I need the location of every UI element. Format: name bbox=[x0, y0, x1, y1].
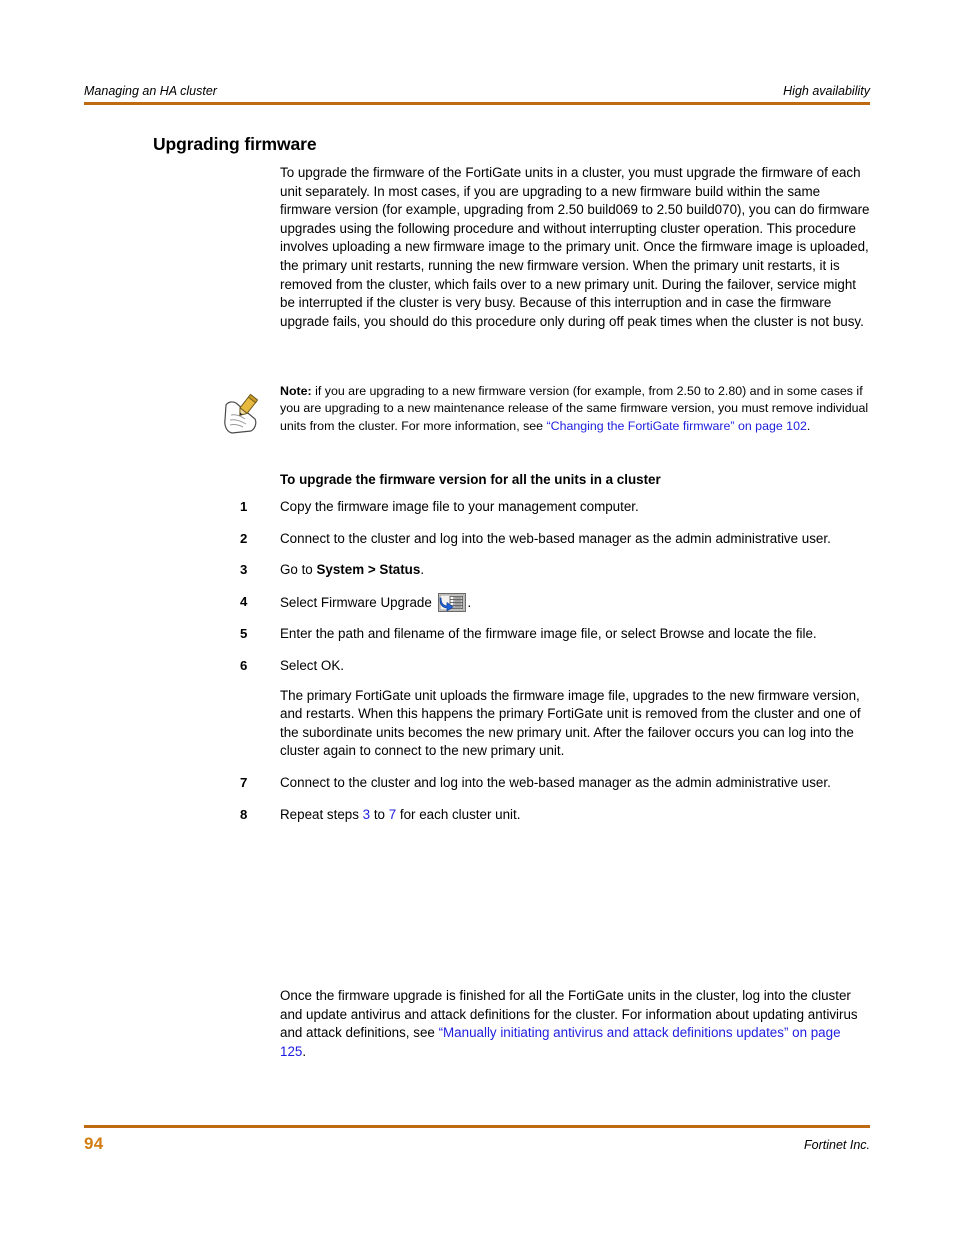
step-text-before-icon: Select Firmware Upgrade bbox=[280, 594, 436, 610]
page-number: 94 bbox=[84, 1134, 104, 1153]
step-text: Go to System > Status. bbox=[280, 561, 870, 580]
intro-paragraph: To upgrade the firmware of the FortiGate… bbox=[280, 165, 870, 329]
intro-block: To upgrade the firmware of the FortiGate… bbox=[280, 164, 870, 345]
step-text-part1: Repeat steps bbox=[280, 806, 363, 822]
step-cross-reference-link-3[interactable]: 3 bbox=[363, 807, 370, 822]
note-cross-reference-link[interactable]: “Changing the FortiGate firmware” on pag… bbox=[547, 419, 807, 433]
note-label: Note: bbox=[280, 384, 312, 398]
step-number: 5 bbox=[240, 626, 248, 642]
step-number: 7 bbox=[240, 774, 248, 790]
step-text-before-bold: Go to bbox=[280, 562, 317, 578]
step-text: Enter the path and filename of the firmw… bbox=[280, 626, 817, 642]
document-page: Managing an HA cluster High availability… bbox=[0, 0, 954, 1235]
step-text-after-icon: . bbox=[467, 594, 472, 610]
step-text-part2: to bbox=[370, 806, 389, 822]
step-text: Repeat steps 3 to 7 for each cluster uni… bbox=[280, 806, 870, 825]
page-footer: 94 Fortinet Inc. bbox=[84, 1134, 870, 1154]
procedure-heading: To upgrade the firmware version for all … bbox=[280, 472, 661, 487]
note-text: Note: if you are upgrading to a new firm… bbox=[280, 383, 872, 435]
running-header: Managing an HA cluster High availability bbox=[84, 84, 870, 98]
note-pencil-icon bbox=[222, 393, 262, 439]
running-header-right: High availability bbox=[783, 84, 870, 98]
closing-paragraph: Once the firmware upgrade is finished fo… bbox=[280, 987, 870, 1061]
step-number: 1 bbox=[240, 499, 248, 514]
step-text: Select Firmware Upgrade . bbox=[280, 592, 870, 613]
footer-rule bbox=[84, 1125, 870, 1128]
step-text-after-bold: . bbox=[420, 562, 425, 578]
step-text-part3: for each cluster unit. bbox=[396, 806, 521, 822]
header-rule bbox=[84, 102, 870, 105]
step-text: Select OK. bbox=[280, 657, 345, 673]
list-item: 4 Select Firmware Upgrade . bbox=[0, 592, 870, 613]
step-number: 2 bbox=[240, 530, 248, 546]
firmware-upgrade-icon bbox=[437, 592, 466, 612]
step-number: 4 bbox=[240, 593, 248, 609]
closing-text-after-link: . bbox=[302, 1043, 307, 1059]
step-number: 6 bbox=[240, 657, 248, 673]
step-text: Connect to the cluster and log into the … bbox=[280, 774, 831, 790]
step-number: 8 bbox=[240, 806, 248, 822]
menu-path-label: System > Status bbox=[316, 562, 421, 578]
page-title: Upgrading firmware bbox=[153, 134, 317, 154]
note-text-after-link: . bbox=[806, 418, 811, 433]
list-item: 2 Connect to the cluster and log into th… bbox=[0, 530, 870, 549]
step-text: Copy the firmware image file to your man… bbox=[280, 499, 639, 514]
list-item: 7 Connect to the cluster and log into th… bbox=[0, 774, 870, 793]
list-item: 6 Select OK. The primary FortiGate unit … bbox=[0, 657, 870, 761]
publisher-name: Fortinet Inc. bbox=[804, 1138, 870, 1152]
step-number: 3 bbox=[240, 562, 248, 578]
list-item: 1 Copy the firmware image file to your m… bbox=[0, 498, 870, 517]
procedure-step-list: 1 Copy the firmware image file to your m… bbox=[0, 498, 954, 837]
list-item: 3 Go to System > Status. bbox=[0, 561, 870, 580]
list-item: 8 Repeat steps 3 to 7 for each cluster u… bbox=[0, 806, 870, 825]
list-item: 5 Enter the path and filename of the fir… bbox=[0, 625, 870, 644]
running-header-left: Managing an HA cluster bbox=[84, 84, 217, 98]
step-text: Connect to the cluster and log into the … bbox=[280, 530, 831, 546]
step-continuation-text: The primary FortiGate unit uploads the f… bbox=[280, 687, 861, 759]
